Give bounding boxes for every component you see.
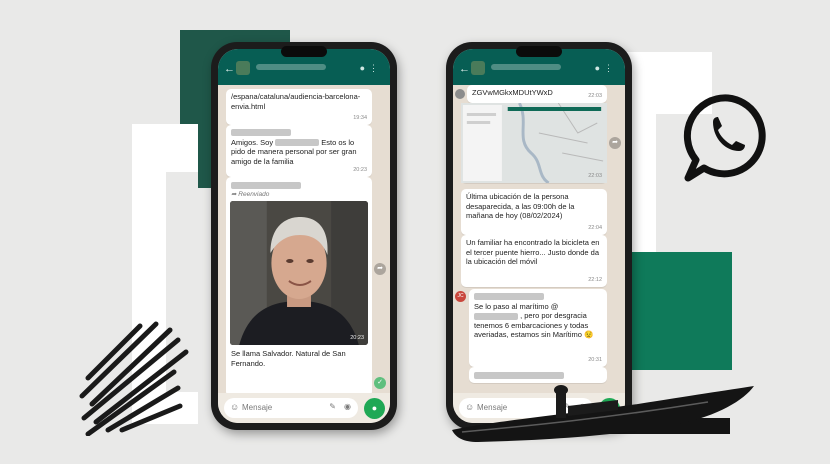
message-list: EXCLUSIVE ZGVwMGkxMDUtYWxD 22:03 (453, 85, 625, 393)
chat-name-blurred[interactable] (256, 64, 326, 70)
forward-icon: ➦ (231, 191, 237, 198)
message-bubble: /espana/cataluna/audiencia-barcelona-env… (226, 89, 372, 125)
message-text: /espana/cataluna/audiencia-barcelona-env… (231, 92, 361, 111)
attach-icon[interactable]: ✎ (329, 402, 336, 411)
scribble-icon (79, 321, 189, 436)
message-bubble-map: 22:03 (461, 102, 607, 185)
message-text: Amigos. Soy (231, 137, 274, 147)
message-time: 22:04 (588, 224, 602, 231)
sender-avatar (455, 89, 465, 99)
message-input[interactable]: ☺ Mensaje ✎ ◉ (224, 398, 358, 418)
chat-screen-right: ← ●⋮ EXCLUSIVE ZGVwMGkxMDUtYWxD 22:03 (453, 49, 625, 423)
message-time: 22:12 (588, 276, 602, 283)
message-text: ZGVwMGkxMDUtYWxD (472, 88, 553, 97)
back-arrow-icon[interactable]: ← (459, 63, 470, 75)
reaction-badge: ✓ (374, 377, 386, 389)
message-list: EXCLUSIVE /espana/cataluna/audiencia-bar… (218, 85, 390, 397)
camera-notch (516, 46, 562, 57)
forwarded-label: Reenviado (238, 191, 270, 198)
header-menu-icon[interactable]: ●⋮ (595, 63, 617, 74)
person-photo[interactable]: 20:23 (230, 201, 368, 345)
green-block-right (632, 252, 732, 370)
message-text: Se lo paso al marítimo @ (474, 301, 559, 311)
chat-footer: ☺ Mensaje ✎ ◉ ● (218, 393, 390, 423)
forward-icon[interactable]: ➦ (609, 137, 621, 149)
message-placeholder: Mensaje (242, 403, 273, 412)
phone-left: ← ●⋮ EXCLUSIVE /espana/cataluna/audienci… (211, 42, 397, 430)
message-text: Última ubicación de la persona desaparec… (466, 192, 575, 220)
forward-icon[interactable]: ➦ (374, 263, 386, 275)
emoji-icon[interactable]: ☺ (230, 402, 239, 412)
redacted-name (275, 139, 320, 147)
map-image[interactable] (461, 102, 607, 185)
mic-icon[interactable]: ● (364, 398, 385, 419)
chat-name-blurred[interactable] (491, 64, 561, 70)
message-time: 20:31 (588, 356, 602, 363)
redacted-mention (474, 312, 518, 320)
message-time: 22:03 (588, 92, 602, 99)
message-bubble: Un familiar ha encontrado la bicicleta e… (461, 235, 607, 287)
camera-notch (281, 46, 327, 57)
message-bubble: Última ubicación de la persona desaparec… (461, 189, 607, 235)
illustration-canvas: ← ●⋮ EXCLUSIVE /espana/cataluna/audienci… (0, 0, 830, 464)
header-menu-icon[interactable]: ●⋮ (360, 63, 382, 74)
redacted-sender (231, 181, 301, 189)
back-arrow-icon[interactable]: ← (224, 63, 235, 75)
chat-screen-left: ← ●⋮ EXCLUSIVE /espana/cataluna/audienci… (218, 49, 390, 423)
message-time: 22:03 (588, 172, 602, 179)
message-bubble: ZGVwMGkxMDUtYWxD 22:03 (467, 85, 607, 103)
camera-icon[interactable]: ◉ (344, 402, 351, 411)
redacted-sender (474, 292, 544, 300)
message-text: Un familiar ha encontrado la bicicleta e… (466, 238, 600, 266)
message-time: 20:23 (353, 166, 367, 173)
message-bubble: Amigos. Soy Esto os lo pido de manera pe… (226, 125, 372, 177)
message-time: 19:34 (353, 114, 367, 121)
message-bubble: Se lo paso al marítimo @ , pero por desg… (469, 289, 607, 367)
boat-icon (452, 385, 754, 442)
redacted-text (231, 128, 291, 136)
avatar-icon[interactable] (236, 61, 250, 75)
avatar-icon[interactable] (471, 61, 485, 75)
photo-time: 20:23 (350, 334, 364, 341)
whatsapp-logo-icon (683, 94, 766, 182)
sender-avatar: JC (455, 291, 466, 302)
photo-caption: Se llama Salvador. Natural de San Fernan… (231, 349, 346, 368)
message-bubble-photo: ➦ Reenviado 20:23 Se llama Salvador. Nat… (226, 177, 372, 397)
